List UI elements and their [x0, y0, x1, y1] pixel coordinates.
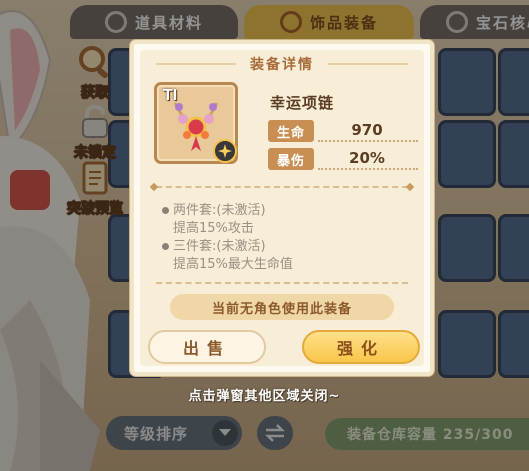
bullet-icon — [162, 207, 169, 214]
dialog-title: 装备详情 — [236, 54, 328, 74]
sell-button[interactable]: 出售 — [148, 330, 266, 364]
bullet-icon — [162, 243, 169, 250]
set-bonus-two: 两件套:(未激活) 提高15%攻击 — [162, 202, 382, 238]
stat-value: 970 — [351, 121, 383, 139]
set-title: 两件套:(未激活) — [173, 203, 266, 218]
stat-row-crit-damage: 暴伤 20% — [268, 148, 418, 170]
stat-label: 暴伤 — [268, 148, 314, 170]
divider — [156, 186, 408, 188]
item-name: 幸运项链 — [270, 94, 335, 112]
dialog-header: 装备详情 — [140, 50, 424, 78]
upgrade-button[interactable]: 强化 — [302, 330, 420, 364]
set-title: 三件套:(未激活) — [173, 239, 266, 254]
star-icon — [213, 139, 237, 163]
usage-notice: 当前无角色使用此装备 — [170, 294, 394, 320]
stat-row-hp: 生命 970 — [268, 120, 418, 142]
set-desc: 提高15%最大生命值 — [173, 257, 293, 272]
equipment-detail-dialog: 装备详情 TI 幸运项链 生命 970 暴伤 20% 两件套:(未激活) 提高1… — [130, 40, 434, 376]
divider — [156, 282, 408, 284]
close-hint: 点击弹窗其他区域关闭~ — [188, 389, 341, 404]
set-bonus-three: 三件套:(未激活) 提高15%最大生命值 — [162, 238, 382, 274]
item-icon-frame: TI — [154, 82, 238, 164]
stat-value: 20% — [349, 149, 385, 167]
set-desc: 提高15%攻击 — [173, 221, 254, 236]
stat-label: 生命 — [268, 120, 314, 142]
